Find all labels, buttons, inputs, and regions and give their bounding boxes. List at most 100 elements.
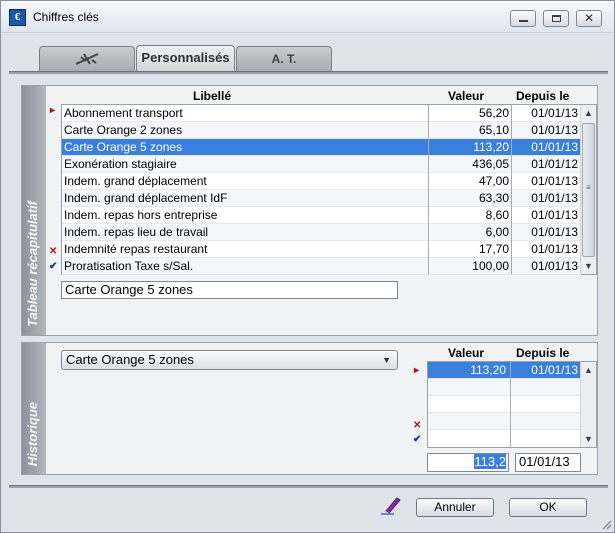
summary-side-label-text: Tableau récapitulatif: [25, 201, 40, 327]
validate-row-icon[interactable]: ✔: [49, 261, 57, 272]
row-libelle: Indemnité repas restaurant: [64, 242, 208, 256]
history-scrollbar[interactable]: ▲ ▼: [580, 362, 596, 447]
row-libelle: Carte Orange 2 zones: [64, 123, 183, 137]
history-select[interactable]: Carte Orange 5 zones ▼: [61, 350, 398, 370]
row-depuis: 01/01/13: [531, 208, 578, 222]
history-header-depuis[interactable]: Depuis le: [516, 346, 569, 360]
maximize-button[interactable]: [543, 10, 569, 27]
row-depuis: 01/01/13: [531, 123, 578, 137]
tab-at[interactable]: A. T.: [236, 46, 332, 71]
row-valeur: 8,60: [485, 208, 509, 222]
chiffres-cles-window: € Chiffres clés ✕ Personnalisés A. T. Ta…: [0, 0, 615, 533]
row-libelle: Carte Orange 5 zones: [64, 140, 183, 154]
table-row[interactable]: Proratisation Taxe s/Sal. 100,00 01/01/1…: [62, 258, 581, 275]
column-header-libelle[interactable]: Libellé: [193, 89, 231, 103]
row-depuis: 01/01/13: [531, 225, 578, 239]
history-row-depuis: 01/01/13: [531, 363, 578, 377]
row-depuis: 01/01/12: [531, 157, 578, 171]
row-valeur: 63,30: [478, 191, 509, 205]
row-valeur: 436,05: [472, 157, 509, 171]
column-separator: [511, 105, 512, 274]
scroll-up-icon[interactable]: ▲: [581, 362, 596, 378]
footer-divider: [9, 485, 608, 488]
window-title: Chiffres clés: [33, 10, 99, 24]
history-side-label: Historique: [22, 343, 46, 474]
row-valeur: 65,10: [478, 123, 509, 137]
summary-table[interactable]: Abonnement transport 56,20 01/01/13 Cart…: [61, 104, 597, 275]
table-row-selected[interactable]: Carte Orange 5 zones 113,20 01/01/13: [62, 139, 581, 156]
table-row[interactable]: Indemnité repas restaurant 17,70 01/01/1…: [62, 241, 581, 258]
insert-row-icon[interactable]: ▸: [50, 105, 55, 116]
row-valeur: 17,70: [478, 242, 509, 256]
row-depuis: 01/01/13: [531, 191, 578, 205]
scroll-down-icon[interactable]: ▼: [581, 431, 596, 447]
row-valeur: 100,00: [472, 259, 509, 273]
maximize-icon: [552, 15, 561, 22]
history-delete-icon[interactable]: ✕: [413, 420, 421, 431]
row-depuis: 01/01/13: [531, 242, 578, 256]
row-valeur: 113,20: [473, 140, 509, 154]
history-valeur-text: 113,2: [474, 454, 506, 469]
tab-deplacements[interactable]: [39, 46, 135, 71]
row-libelle: Indem. grand déplacement: [64, 174, 207, 188]
summary-scrollbar[interactable]: ▲ ≡ ▼: [580, 105, 596, 274]
row-valeur: 6,00: [485, 225, 509, 239]
row-libelle: Exonération stagiaire: [64, 157, 177, 171]
pen-icon[interactable]: [380, 495, 402, 515]
history-select-value: Carte Orange 5 zones: [66, 352, 194, 367]
row-valeur: 47,00: [478, 174, 509, 188]
history-depuis-field[interactable]: 01/01/13: [515, 453, 581, 472]
history-valeur-field[interactable]: 113,2: [427, 453, 509, 472]
tab-divider: [9, 71, 608, 74]
history-row-selected[interactable]: 113,20 01/01/13: [428, 362, 581, 379]
history-header-valeur[interactable]: Valeur: [448, 346, 484, 360]
table-row[interactable]: Indem. grand déplacement IdF 63,30 01/01…: [62, 190, 581, 207]
row-valeur: 56,20: [478, 106, 509, 120]
table-row[interactable]: Exonération stagiaire 436,05 01/01/12: [62, 156, 581, 173]
scroll-down-icon[interactable]: ▼: [581, 258, 596, 274]
history-row-empty[interactable]: [428, 379, 581, 396]
row-depuis: 01/01/13: [531, 106, 578, 120]
table-row[interactable]: Indem. repas lieu de travail 6,00 01/01/…: [62, 224, 581, 241]
history-row-empty[interactable]: [428, 396, 581, 413]
column-separator: [428, 105, 429, 274]
title-bar[interactable]: € Chiffres clés ✕: [1, 1, 614, 33]
scroll-up-icon[interactable]: ▲: [581, 105, 596, 121]
libelle-edit-field[interactable]: Carte Orange 5 zones: [61, 281, 398, 299]
ok-button[interactable]: OK: [509, 498, 587, 517]
row-libelle: Abonnement transport: [64, 106, 183, 120]
close-icon: ✕: [583, 11, 595, 25]
airplane-icon: [75, 53, 99, 65]
resize-grip-icon[interactable]: [600, 518, 612, 530]
app-euro-icon: €: [9, 9, 26, 26]
column-header-depuis[interactable]: Depuis le: [516, 89, 569, 103]
history-insert-icon[interactable]: ▸: [414, 365, 419, 376]
grip-icon: ≡: [586, 183, 591, 192]
column-separator: [510, 362, 511, 447]
history-side-label-text: Historique: [25, 401, 40, 466]
row-depuis: 01/01/13: [531, 174, 578, 188]
chevron-down-icon: ▼: [382, 355, 391, 365]
row-libelle: Indem. repas hors entreprise: [64, 208, 218, 222]
history-row-valeur: 113,20: [470, 363, 506, 377]
history-table[interactable]: 113,20 01/01/13 ▲ ▼: [427, 361, 597, 448]
history-row-empty[interactable]: [428, 413, 581, 430]
row-libelle: Proratisation Taxe s/Sal.: [64, 259, 194, 273]
tab-personnalises[interactable]: Personnalisés: [136, 45, 235, 72]
column-header-valeur[interactable]: Valeur: [448, 89, 484, 103]
delete-row-icon[interactable]: ✕: [49, 246, 57, 257]
table-row[interactable]: Abonnement transport 56,20 01/01/13: [62, 105, 581, 122]
table-row[interactable]: Indem. repas hors entreprise 8,60 01/01/…: [62, 207, 581, 224]
table-row[interactable]: Carte Orange 2 zones 65,10 01/01/13: [62, 122, 581, 139]
minimize-icon: [519, 20, 528, 22]
row-libelle: Indem. grand déplacement IdF: [64, 191, 228, 205]
history-validate-icon[interactable]: ✔: [413, 434, 421, 445]
minimize-button[interactable]: [510, 10, 536, 27]
scrollbar-thumb[interactable]: ≡: [582, 123, 595, 257]
row-libelle: Indem. repas lieu de travail: [64, 225, 209, 239]
row-depuis: 01/01/13: [531, 259, 578, 273]
table-row[interactable]: Indem. grand déplacement 47,00 01/01/13: [62, 173, 581, 190]
summary-side-label: Tableau récapitulatif: [22, 86, 46, 335]
cancel-button[interactable]: Annuler: [416, 498, 494, 517]
close-button[interactable]: ✕: [576, 10, 602, 27]
